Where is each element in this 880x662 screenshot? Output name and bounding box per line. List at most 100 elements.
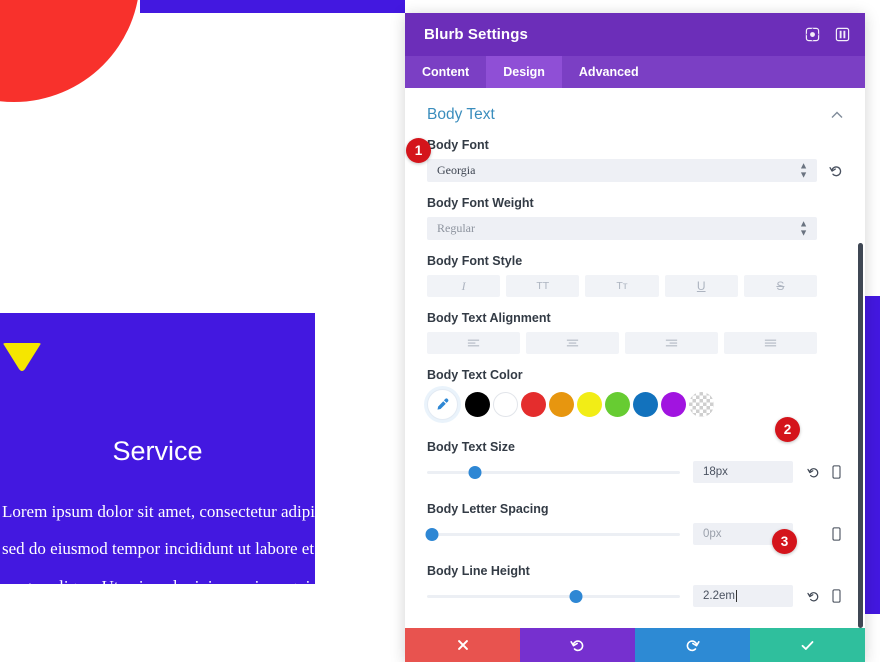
slider-track <box>427 470 680 474</box>
strikethrough-button[interactable]: S <box>743 275 818 297</box>
body-text-size-input[interactable]: 18px <box>693 461 793 483</box>
swatch-purple[interactable] <box>661 392 686 417</box>
blurb-settings-modal: Blurb Settings Content Design Advanced B… <box>405 13 865 662</box>
uppercase-button[interactable]: TT <box>506 275 580 297</box>
body-text-section-header[interactable]: Body Text <box>405 88 865 138</box>
field-body-text-shadow: Body Text Shadow <box>405 627 865 628</box>
section-title: Body Text <box>427 106 495 123</box>
modal-footer <box>405 628 865 662</box>
slider-knob[interactable] <box>425 527 439 541</box>
tab-advanced[interactable]: Advanced <box>562 56 656 88</box>
settings-scroll-area: Body Text Body Font Georgia ▲ ▼ Body Fon… <box>405 88 865 628</box>
body-line-height-value: 2.2em <box>703 590 735 602</box>
reset-icon[interactable] <box>806 589 820 603</box>
modal-header-icons <box>803 26 851 44</box>
text-cursor <box>735 590 737 602</box>
field-body-text-size: Body Text Size 18px <box>405 440 865 483</box>
align-justify-icon <box>764 339 777 347</box>
body-font-weight-select[interactable]: Regular ▲ ▼ <box>427 217 817 240</box>
swatch-orange[interactable] <box>549 392 574 417</box>
blurb-body-line: sed do eiusmod tempor incididunt ut labo… <box>2 539 315 559</box>
undo-button[interactable] <box>520 628 635 662</box>
field-body-font: Body Font Georgia ▲ ▼ <box>405 138 865 182</box>
chevron-up-icon[interactable] <box>831 111 843 119</box>
swatch-blue[interactable] <box>633 392 658 417</box>
body-line-height-slider[interactable] <box>427 589 680 603</box>
callout-badge-2: 2 <box>775 417 800 442</box>
body-text-size-value: 18px <box>703 466 728 478</box>
swatch-yellow[interactable] <box>577 392 602 417</box>
swatch-green[interactable] <box>605 392 630 417</box>
swatch-transparent[interactable] <box>689 392 714 417</box>
field-label: Body Text Alignment <box>427 311 551 325</box>
reset-icon[interactable] <box>828 163 843 178</box>
callout-badge-1: 1 <box>406 138 431 163</box>
field-label: Body Letter Spacing <box>427 502 549 516</box>
cancel-button[interactable] <box>405 628 520 662</box>
align-left-button[interactable] <box>427 332 520 354</box>
blurb-module-preview[interactable]: Service Lorem ipsum dolor sit amet, cons… <box>0 313 315 584</box>
body-font-select[interactable]: Georgia ▲ ▼ <box>427 159 817 182</box>
page-canvas: Service Lorem ipsum dolor sit amet, cons… <box>0 0 405 662</box>
field-body-font-weight: Body Font Weight Regular ▲ ▼ <box>405 196 865 240</box>
field-label: Body Text Color <box>427 368 523 382</box>
page-top-strip <box>140 0 405 13</box>
modal-header: Blurb Settings <box>405 13 865 56</box>
tab-design[interactable]: Design <box>486 56 562 88</box>
body-text-size-slider[interactable] <box>427 465 680 479</box>
color-swatch-list <box>427 389 843 420</box>
underline-button[interactable]: U <box>664 275 738 297</box>
slider-track <box>427 532 680 536</box>
field-body-text-color: Body Text Color <box>405 368 865 420</box>
redo-icon <box>686 639 700 651</box>
align-right-button[interactable] <box>625 332 718 354</box>
italic-button[interactable]: I <box>427 275 501 297</box>
swatch-white[interactable] <box>493 392 518 417</box>
field-label: Body Font Weight <box>427 196 534 210</box>
swatch-black[interactable] <box>465 392 490 417</box>
modal-body: Body Text Body Font Georgia ▲ ▼ Body Fon… <box>405 88 865 628</box>
slider-knob[interactable] <box>569 589 583 603</box>
slider-track <box>427 594 680 598</box>
slider-knob[interactable] <box>468 465 482 479</box>
body-line-height-input[interactable]: 2.2em <box>693 585 793 607</box>
blurb-body-line: Lorem ipsum dolor sit amet, consectetur … <box>2 502 315 521</box>
field-label: Body Line Height <box>427 564 530 578</box>
page-right-blue-strip <box>864 296 880 614</box>
blurb-body-line: magna aliqua. Ut enim ad minim veniam, q… <box>2 568 315 584</box>
save-button[interactable] <box>750 628 865 662</box>
tab-content[interactable]: Content <box>405 56 486 88</box>
focus-target-icon[interactable] <box>803 26 821 44</box>
undo-icon <box>570 639 584 651</box>
modal-title: Blurb Settings <box>424 26 528 43</box>
triangle-down-icon <box>3 343 41 371</box>
mobile-device-icon[interactable] <box>829 465 843 479</box>
redo-button[interactable] <box>635 628 750 662</box>
select-arrows-icon: ▲ ▼ <box>799 160 808 180</box>
layout-panel-icon[interactable] <box>833 26 851 44</box>
align-justify-button[interactable] <box>724 332 817 354</box>
settings-scrollbar[interactable] <box>858 243 863 628</box>
body-letter-spacing-value: 0px <box>703 528 722 540</box>
screen-root: Service Lorem ipsum dolor sit amet, cons… <box>0 0 880 662</box>
modal-tabs: Content Design Advanced <box>405 56 865 88</box>
smallcaps-button[interactable]: Tт <box>585 275 659 297</box>
align-center-button[interactable] <box>526 332 619 354</box>
mobile-device-icon[interactable] <box>829 527 843 541</box>
mobile-device-icon[interactable] <box>829 589 843 603</box>
field-body-font-style: Body Font Style I TT Tт U S <box>405 254 865 297</box>
body-font-value: Georgia <box>437 163 476 177</box>
decorative-red-circle <box>0 0 140 102</box>
field-body-line-height: Body Line Height 2.2em <box>405 564 865 607</box>
body-letter-spacing-slider[interactable] <box>425 527 680 541</box>
field-label: Body Text Shadow <box>427 627 843 628</box>
eyedropper-icon[interactable] <box>427 389 458 420</box>
align-center-icon <box>566 339 579 347</box>
reset-icon[interactable] <box>806 465 820 479</box>
swatch-red[interactable] <box>521 392 546 417</box>
field-label: Body Font Style <box>427 254 523 268</box>
blurb-title: Service <box>112 436 203 466</box>
field-label: Body Text Size <box>427 440 515 454</box>
align-left-icon <box>467 339 480 347</box>
blurb-body-text: Lorem ipsum dolor sit amet, consectetur … <box>0 493 315 584</box>
